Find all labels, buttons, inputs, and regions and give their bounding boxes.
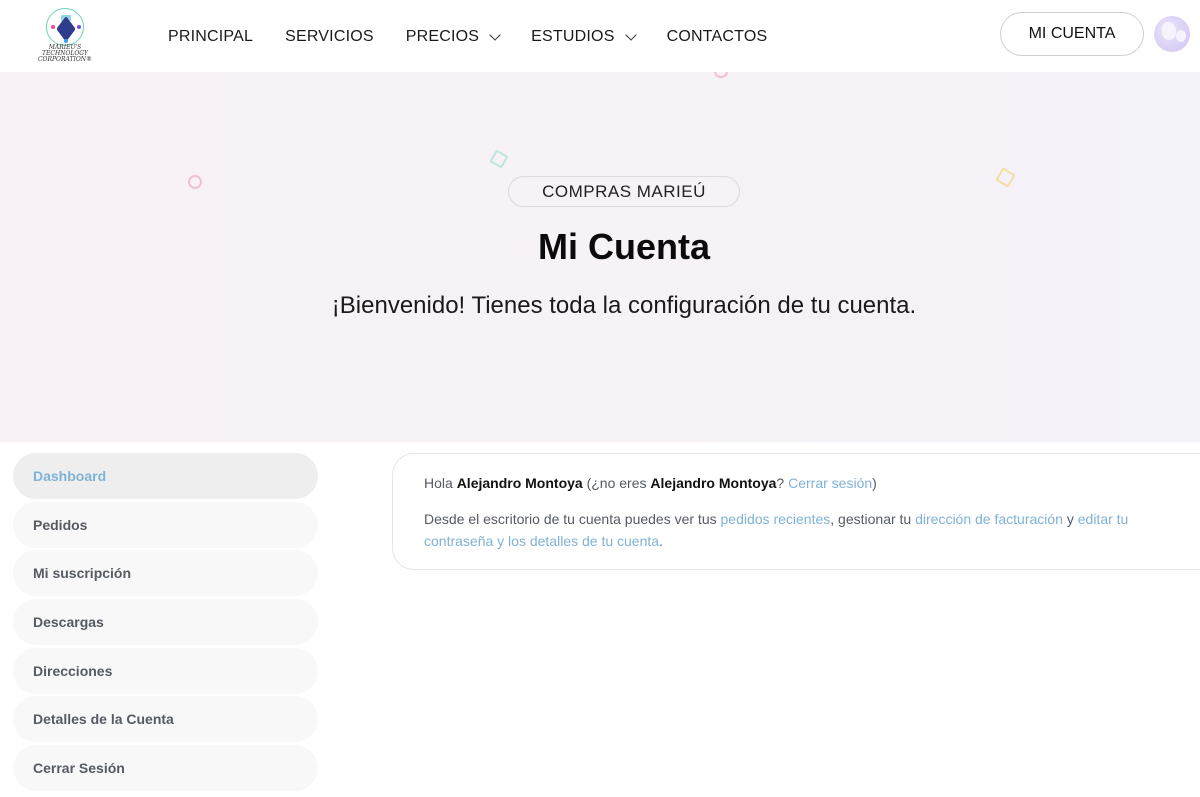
decor-square: [995, 167, 1016, 188]
logo-dot: [51, 25, 55, 29]
user-name: Alejandro Montoya: [456, 475, 583, 491]
chevron-down-icon: [624, 28, 637, 41]
sidebar-item-suscripcion[interactable]: Mi suscripción: [13, 550, 318, 597]
globe-icon[interactable]: [1154, 16, 1190, 52]
question-mark: ?: [776, 475, 785, 491]
logo[interactable]: MARIEU'S TECHNOLOGY CORPORATION®: [20, 6, 110, 64]
page-title: Mi Cuenta: [537, 226, 710, 267]
desc-text: .: [659, 533, 663, 549]
sidebar-item-label: Dashboard: [33, 468, 107, 484]
sidebar-item-pedidos[interactable]: Pedidos: [13, 501, 318, 548]
hero-tag-text: COMPRAS MARIEÚ: [542, 181, 706, 201]
nav-item-estudios[interactable]: ESTUDIOS: [531, 28, 637, 46]
greeting-hello: Hola: [424, 475, 453, 491]
sidebar-item-dashboard[interactable]: Dashboard: [13, 453, 318, 499]
nav-item-servicios[interactable]: SERVICIOS: [285, 28, 374, 46]
user-name: Alejandro Montoya: [650, 475, 777, 491]
decor-square: [489, 149, 509, 169]
close-paren: ): [872, 475, 877, 491]
hero-tag: COMPRAS MARIEÚ: [508, 176, 740, 207]
desc-text: y: [1066, 511, 1074, 527]
sidebar-item-label: Mi suscripción: [33, 565, 132, 582]
my-account-button[interactable]: MI CUENTA: [1000, 12, 1144, 56]
sidebar-item-detalles-cuenta[interactable]: Detalles de la Cuenta: [13, 696, 318, 743]
page-subtitle: ¡Bienvenido! Tienes toda la configuració…: [331, 292, 917, 319]
recent-orders-link[interactable]: pedidos recientes: [721, 511, 831, 527]
dashboard-description: Desde el escritorio de tu cuenta puedes …: [424, 508, 1164, 552]
main-nav: PRINCIPAL SERVICIOS PRECIOS ESTUDIOS CON…: [168, 28, 799, 46]
desc-text: , gestionar tu: [830, 511, 912, 527]
not-you-text: (¿no eres: [586, 475, 647, 491]
logo-dot: [64, 39, 68, 43]
nav-label: PRECIOS: [405, 28, 480, 45]
logo-dot: [77, 25, 81, 29]
sidebar-item-label: Descargas: [33, 614, 104, 631]
hero-banner: COMPRAS MARIEÚ Mi Cuenta ¡Bienvenido! Ti…: [0, 72, 1200, 442]
site-header: MARIEU'S TECHNOLOGY CORPORATION® PRINCIP…: [0, 0, 1200, 72]
nav-label: PRINCIPAL: [168, 28, 254, 45]
sidebar-item-label: Direcciones: [33, 662, 113, 679]
chevron-down-icon: [489, 28, 501, 41]
logout-link[interactable]: Cerrar sesión: [788, 475, 872, 491]
account-sidebar: Dashboard Pedidos Mi suscripción Descarg…: [13, 453, 318, 794]
logo-text-line2: TECHNOLOGY CORPORATION®: [37, 50, 93, 63]
sidebar-item-cerrar-sesion[interactable]: Cerrar Sesión: [13, 745, 318, 792]
sidebar-item-label: Pedidos: [33, 516, 88, 533]
nav-label: SERVICIOS: [285, 28, 374, 45]
sidebar-item-direcciones[interactable]: Direcciones: [13, 647, 318, 694]
sidebar-item-descargas[interactable]: Descargas: [13, 599, 318, 646]
billing-address-link[interactable]: dirección de facturación: [915, 511, 1063, 527]
logo-text: MARIEU'S TECHNOLOGY CORPORATION®: [20, 45, 110, 63]
desc-text: Desde el escritorio de tu cuenta puedes …: [424, 511, 717, 527]
decor-ring: [714, 72, 728, 78]
nav-item-contactos[interactable]: CONTACTOS: [667, 28, 768, 46]
nav-item-principal[interactable]: PRINCIPAL: [168, 28, 253, 46]
logo-emblem: [46, 8, 84, 46]
nav-item-precios[interactable]: PRECIOS: [405, 28, 501, 46]
decor-ring: [188, 175, 202, 189]
dashboard-card: Hola Alejandro Montoya (¿no eres Alejand…: [392, 453, 1200, 570]
nav-label: ESTUDIOS: [531, 28, 615, 45]
sidebar-item-label: Cerrar Sesión: [33, 760, 125, 777]
nav-label: CONTACTOS: [666, 28, 768, 45]
sidebar-item-label: Detalles de la Cuenta: [33, 711, 174, 728]
greeting-line: Hola Alejandro Montoya (¿no eres Alejand…: [424, 472, 1200, 494]
my-account-label: MI CUENTA: [1028, 25, 1116, 42]
